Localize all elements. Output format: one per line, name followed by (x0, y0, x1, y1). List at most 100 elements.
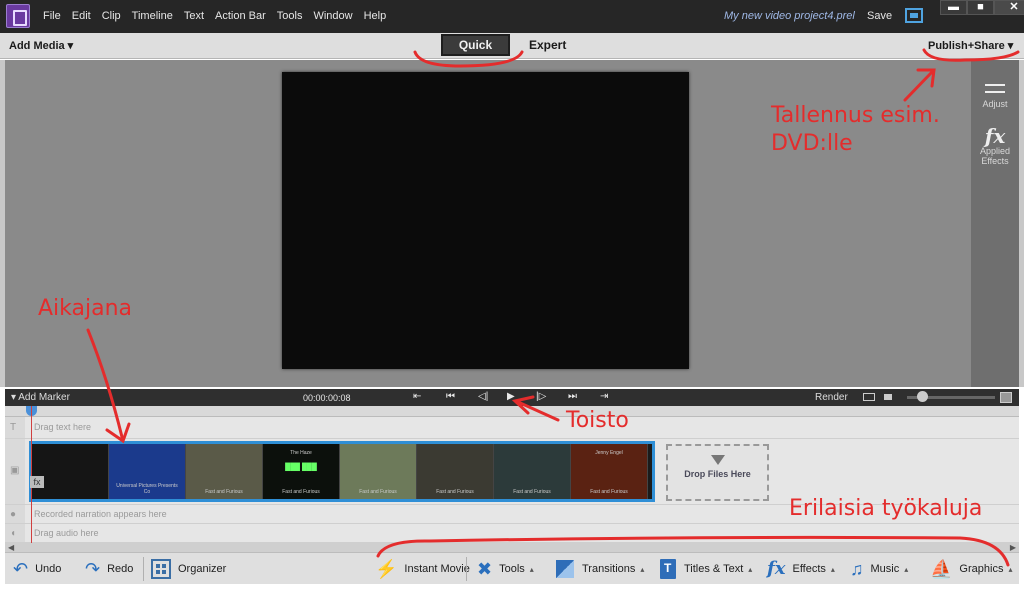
undo-icon: ↶ (13, 559, 29, 579)
close-button[interactable]: ✕ (994, 0, 1024, 15)
timecode: 00:00:00:08 (303, 393, 351, 403)
microphone-icon: ● (10, 509, 17, 520)
tab-expert[interactable]: Expert (529, 38, 566, 52)
annotation-timeline: Aikajana (38, 296, 133, 321)
zoom-fit-icon[interactable] (884, 394, 892, 400)
mode-toolbar: Add Media ▾ Quick Expert Publish+Share ▾ (0, 33, 1024, 59)
menu-timeline[interactable]: Timeline (132, 10, 173, 22)
step-forward-icon[interactable]: |▷ (536, 391, 546, 402)
timeline-ruler[interactable] (5, 406, 1019, 417)
next-edit-icon[interactable]: ⏭ (568, 391, 577, 402)
transitions-caret-icon: ▴ (640, 564, 645, 574)
music-button[interactable]: ♫ Music ▴ (850, 553, 908, 585)
play-icon[interactable]: ▶ (507, 391, 515, 402)
goto-start-icon[interactable]: ⇤ (413, 391, 421, 402)
clip-thumbnail: Universal Pictures Presents Co (109, 444, 186, 499)
zoom-in-icon[interactable] (1000, 392, 1012, 403)
save-button[interactable]: Save (867, 10, 892, 22)
timeline-scrollbar[interactable]: ◀ ▶ (5, 543, 1019, 552)
tab-quick[interactable]: Quick (441, 34, 510, 56)
text-track-icon: T (10, 422, 17, 433)
right-panel: Adjust fx Applied Effects (971, 60, 1019, 387)
thumbnail-caption-bottom: Fast and Furious (282, 489, 320, 495)
sailboat-icon: ⛵ (930, 559, 953, 579)
effects-label: Effects (792, 563, 826, 575)
zoom-out-icon[interactable] (863, 393, 875, 401)
fullscreen-icon[interactable] (905, 8, 923, 23)
drop-files-label: Drop Files Here (684, 469, 751, 479)
titles-text-button[interactable]: Titles & Text ▴ (660, 553, 752, 585)
down-arrow-icon (710, 455, 725, 465)
instant-movie-label: Instant Movie (404, 563, 470, 575)
window-controls: ▬ ■ ✕ (940, 0, 1024, 15)
organizer-label: Organizer (178, 563, 227, 575)
adjust-button[interactable]: Adjust (971, 80, 1019, 109)
video-clip[interactable]: Universal Pictures Presents Co Fast and F… (29, 441, 655, 502)
music-note-icon: ♫ (850, 559, 864, 579)
thumbnail-caption-bottom: Fast and Furious (205, 489, 243, 495)
publish-share-button[interactable]: Publish+Share ▾ (928, 39, 1013, 52)
graphics-label: Graphics (959, 563, 1004, 575)
fx-icon: fx (767, 558, 786, 579)
undo-button[interactable]: ↶ Undo (13, 553, 61, 585)
video-preview (282, 72, 689, 369)
effects-button[interactable]: fx Effects ▴ (767, 553, 835, 585)
zoom-slider-thumb[interactable] (917, 391, 928, 402)
menu-clip[interactable]: Clip (102, 10, 121, 22)
clip-fx-badge[interactable]: fx (30, 476, 44, 488)
graphics-button[interactable]: ⛵ Graphics ▴ (930, 553, 1012, 585)
graphics-caret-icon: ▴ (1008, 564, 1013, 574)
menu-edit[interactable]: Edit (72, 10, 91, 22)
thumbnail-caption-top: The Haze (290, 450, 312, 456)
text-track[interactable]: T Drag text here (5, 417, 1019, 439)
speaker-icon: ◖ (10, 528, 17, 539)
video-track-icon: ▣ (10, 465, 20, 476)
app-logo-icon (6, 4, 30, 28)
transitions-label: Transitions (582, 563, 636, 575)
step-back-icon[interactable]: ◁| (478, 391, 488, 402)
menu-tools[interactable]: Tools (277, 10, 303, 22)
thumbnail-caption-bottom: Fast and Furious (359, 489, 397, 495)
menu-bar: File Edit Clip Timeline Text Action Bar … (43, 10, 397, 22)
prev-edit-icon[interactable]: ⏮ (446, 391, 455, 402)
adjust-icon (985, 80, 1005, 96)
menu-action-bar[interactable]: Action Bar (215, 10, 266, 22)
audio-track[interactable]: ◖ Drag audio here (5, 524, 1019, 543)
scroll-left-icon[interactable]: ◀ (8, 543, 14, 552)
add-marker-button[interactable]: ▾ Add Marker (11, 392, 70, 403)
organizer-icon (151, 559, 171, 579)
goto-end-icon[interactable]: ⇥ (600, 391, 608, 402)
maximize-button[interactable]: ■ (967, 0, 994, 15)
divider (143, 557, 144, 581)
timeline: T Drag text here ▣ ● Recorded narration … (5, 406, 1019, 548)
clip-thumbnail: Fast and Furious (494, 444, 571, 499)
thumbnail-caption-top: Jenny Engel (595, 450, 623, 456)
menu-file[interactable]: File (43, 10, 61, 22)
scroll-right-icon[interactable]: ▶ (1010, 543, 1016, 552)
transitions-icon (556, 560, 574, 578)
redo-label: Redo (107, 563, 134, 575)
organizer-button[interactable]: Organizer (151, 553, 226, 585)
applied-effects-label-2: Effects (981, 156, 1009, 166)
lightning-icon: ⚡ (375, 559, 398, 579)
thumbnail-caption-bottom: Fast and Furious (436, 489, 474, 495)
render-button[interactable]: Render (815, 392, 848, 403)
minimize-button[interactable]: ▬ (940, 0, 967, 15)
instant-movie-button[interactable]: ⚡ Instant Movie (375, 553, 470, 585)
menu-window[interactable]: Window (313, 10, 352, 22)
fx-icon: fx (984, 124, 1006, 148)
titles-label: Titles & Text (684, 563, 744, 575)
tools-button[interactable]: ✖ Tools ▴ (477, 553, 534, 585)
menu-help[interactable]: Help (364, 10, 387, 22)
add-media-button[interactable]: Add Media ▾ (9, 39, 73, 52)
applied-effects-button[interactable]: fx Applied Effects (971, 126, 1019, 166)
clip-thumbnail: Fast and Furious (186, 444, 263, 499)
tools-caret-icon: ▴ (529, 564, 534, 574)
drop-zone[interactable]: Drop Files Here (666, 444, 769, 501)
music-label: Music (870, 563, 900, 575)
menu-text[interactable]: Text (184, 10, 204, 22)
redo-button[interactable]: ↷ Redo (85, 553, 133, 585)
right-edge (1019, 60, 1024, 387)
thumbnail-caption-bottom: Fast and Furious (590, 489, 628, 495)
transitions-button[interactable]: Transitions ▴ (556, 553, 644, 585)
